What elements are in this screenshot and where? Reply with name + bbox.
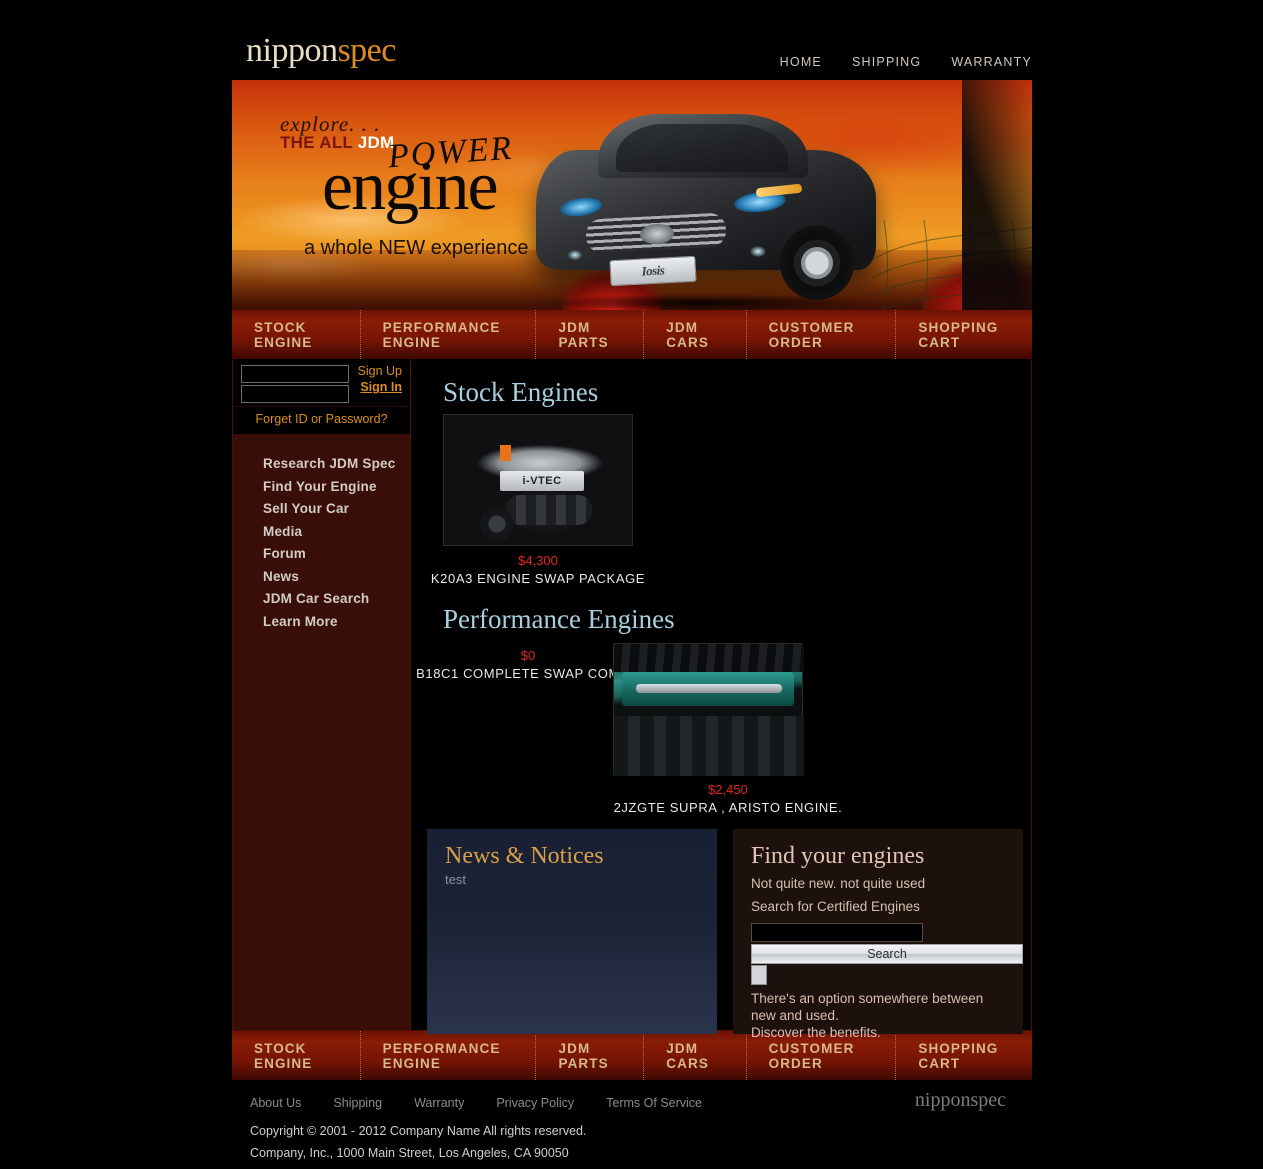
- footer-link-warranty[interactable]: Warranty: [414, 1096, 464, 1110]
- car-license-plate-text: Iosis: [641, 262, 665, 279]
- sidebar-item-news[interactable]: News: [263, 569, 410, 584]
- login-password-input[interactable]: [241, 385, 349, 403]
- find-search-label: Search for Certified Engines: [751, 898, 920, 914]
- main-navigation-top: STOCK ENGINE PERFORMANCE ENGINE JDM PART…: [232, 310, 1032, 359]
- performance-left-price: $0: [520, 648, 536, 663]
- sidebar-item-sell-your-car[interactable]: Sell Your Car: [263, 501, 410, 516]
- news-panel-heading: News & Notices: [445, 843, 604, 869]
- footer-address: Company, Inc., 1000 Main Street, Los Ang…: [250, 1146, 569, 1160]
- forget-id-password-link[interactable]: Forget ID or Password?: [256, 412, 388, 426]
- hero-banner: Iosis explore. . . THE ALL JDM POWER eng…: [232, 80, 1032, 310]
- nav-item-customer-order[interactable]: CUSTOMER ORDER: [747, 310, 897, 359]
- ivtec-badge: i-VTEC: [500, 471, 584, 491]
- performance-right-price: $2,450: [708, 782, 748, 797]
- nav-item-jdm-parts[interactable]: JDM PARTS: [536, 310, 645, 359]
- engine-manifold: [506, 495, 592, 525]
- find-description-line3: Discover the benefits.: [751, 1024, 881, 1040]
- footer-nav-item-jdm-cars[interactable]: JDM CARS: [644, 1031, 747, 1080]
- stock-engines-heading: Stock Engines: [443, 377, 599, 407]
- topnav-item-shipping[interactable]: SHIPPING: [852, 55, 921, 69]
- site-wrapper: nipponspec HOME SHIPPING WARRANTY Iosis …: [232, 0, 1032, 1169]
- hero-subtitle: a whole NEW experience: [304, 237, 529, 260]
- page-root: nipponspec HOME SHIPPING WARRANTY Iosis …: [0, 0, 1263, 1169]
- bottom-panels: News & Notices test Find your engines No…: [411, 829, 1031, 1040]
- car-foglight-right: [750, 246, 766, 257]
- logo-text-accent: spec: [337, 32, 396, 69]
- engine-cap-icon: [500, 445, 511, 461]
- footer-copyright: Copyright © 2001 - 2012 Company Name All…: [250, 1124, 587, 1138]
- news-notices-panel: News & Notices test: [427, 829, 717, 1034]
- body-columns: Sign Up Sign In Forget ID or Password? R…: [232, 359, 1032, 1040]
- login-id-input[interactable]: [241, 365, 349, 383]
- footer-link-about-us[interactable]: About Us: [250, 1096, 301, 1110]
- hero-dark-overlay: [962, 80, 1032, 310]
- stock-engine-price: $4,300: [518, 553, 558, 568]
- find-description-line2: new and used.: [751, 1007, 839, 1023]
- site-logo[interactable]: nipponspec: [246, 32, 396, 70]
- stock-engine-name: K20A3 ENGINE SWAP PACKAGE: [430, 571, 646, 586]
- nav-item-jdm-cars[interactable]: JDM CARS: [644, 310, 747, 359]
- news-list-item[interactable]: test: [445, 872, 717, 887]
- engine-wiring-top: [614, 644, 804, 672]
- topnav-item-warranty[interactable]: WARRANTY: [951, 55, 1032, 69]
- footer-link-terms-of-service[interactable]: Terms Of Service: [606, 1096, 702, 1110]
- footer-nav-item-performance-engine[interactable]: PERFORMANCE ENGINE: [361, 1031, 537, 1080]
- nav-item-performance-engine[interactable]: PERFORMANCE ENGINE: [361, 310, 537, 359]
- topnav-item-home[interactable]: HOME: [780, 55, 822, 69]
- performance-engine-photo[interactable]: [613, 643, 804, 776]
- footer-link-shipping[interactable]: Shipping: [333, 1096, 382, 1110]
- performance-left-name: B18C1 COMPLETE SWAP COMBO: [416, 666, 640, 681]
- footer-link-privacy-policy[interactable]: Privacy Policy: [496, 1096, 574, 1110]
- engine-cover-plate: [636, 684, 782, 693]
- find-description-line1: There's an option somewhere between: [751, 990, 984, 1006]
- sidebar-item-media[interactable]: Media: [263, 524, 410, 539]
- sign-in-link[interactable]: Sign In: [358, 380, 402, 394]
- search-options-toggle[interactable]: [751, 964, 767, 985]
- engine-pulley: [480, 507, 514, 541]
- main-content: Stock Engines i-VTEC $4,300 K20A3 ENGINE…: [411, 359, 1031, 1040]
- find-tagline: Not quite new. not quite used: [751, 876, 926, 891]
- sidebar-item-research-jdm-spec[interactable]: Research JDM Spec: [263, 456, 410, 471]
- performance-engines-heading: Performance Engines: [443, 604, 675, 634]
- car-wheel: [780, 226, 854, 300]
- stock-engine-product[interactable]: i-VTEC $4,300 K20A3 ENGINE SWAP PACKAGE: [423, 414, 653, 586]
- find-panel-heading: Find your engines: [751, 843, 925, 869]
- login-links: Sign Up Sign In: [358, 364, 402, 394]
- car-windshield: [616, 124, 788, 172]
- footer-brand: nipponspec: [914, 1089, 1006, 1111]
- sidebar-item-learn-more[interactable]: Learn More: [263, 614, 410, 629]
- footer-nav-item-stock-engine[interactable]: STOCK ENGINE: [232, 1031, 361, 1080]
- nav-item-shopping-cart[interactable]: SHOPPING CART: [896, 310, 1032, 359]
- engine-search-button[interactable]: Search: [751, 943, 1023, 964]
- sidebar-item-find-your-engine[interactable]: Find Your Engine: [263, 479, 410, 494]
- nav-item-stock-engine[interactable]: STOCK ENGINE: [232, 310, 361, 359]
- car-license-plate: Iosis: [609, 255, 697, 287]
- site-header: nipponspec HOME SHIPPING WARRANTY: [232, 0, 1032, 80]
- engine-search-input[interactable]: [751, 922, 923, 942]
- login-box: Sign Up Sign In: [233, 359, 410, 407]
- stock-engine-photo[interactable]: i-VTEC: [443, 414, 633, 546]
- engine-lower-block: [614, 716, 804, 776]
- sidebar-item-jdm-car-search[interactable]: JDM Car Search: [263, 591, 410, 606]
- sidebar-navigation: Research JDM Spec Find Your Engine Sell …: [233, 434, 410, 629]
- hero-text-block: explore. . . THE ALL JDM POWER engine a …: [280, 112, 610, 260]
- footer-nav-item-jdm-parts[interactable]: JDM PARTS: [536, 1031, 645, 1080]
- performance-engine-product-left[interactable]: $0 B18C1 COMPLETE SWAP COMBO: [413, 641, 643, 681]
- logo-text-primary: nippon: [246, 32, 338, 69]
- performance-right-name: 2JZGTE SUPRA , ARISTO ENGINE.: [613, 800, 843, 815]
- find-engines-panel: Find your engines Not quite new. not qui…: [733, 829, 1023, 1040]
- sign-up-link[interactable]: Sign Up: [358, 364, 402, 378]
- forget-password-row: Forget ID or Password?: [233, 407, 410, 434]
- sidebar-item-forum[interactable]: Forum: [263, 546, 410, 561]
- top-navigation: HOME SHIPPING WARRANTY: [780, 55, 1032, 69]
- site-footer: About Us Shipping Warranty Privacy Polic…: [232, 1080, 1032, 1163]
- performance-engine-product-right[interactable]: $2,450 2JZGTE SUPRA , ARISTO ENGINE.: [613, 643, 843, 815]
- sidebar: Sign Up Sign In Forget ID or Password? R…: [233, 359, 411, 1030]
